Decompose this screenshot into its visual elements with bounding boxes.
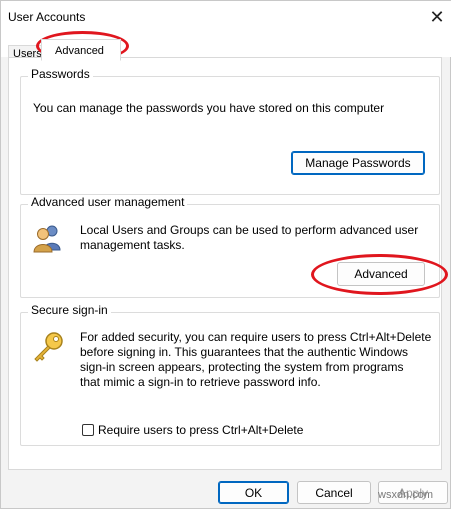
window-title: User Accounts [8, 10, 86, 24]
advanced-user-management-description-line2: management tasks. [80, 238, 185, 252]
passwords-legend: Passwords [28, 67, 93, 81]
users-icon [33, 223, 61, 253]
tab-strip: Users Advanced [1, 35, 451, 63]
advanced-user-management-group: Advanced user management Local Users and… [20, 195, 440, 298]
passwords-description: You can manage the passwords you have st… [33, 101, 385, 115]
secure-sign-in-description-line2: before signing in. This guarantees that … [80, 345, 408, 359]
advanced-button[interactable]: Advanced [337, 262, 425, 286]
secure-sign-in-description-line4: that mimic a sign-in to retrieve passwor… [80, 375, 321, 389]
watermark: wsxdn.com [378, 489, 434, 501]
key-icon [31, 331, 65, 365]
advanced-tab-panel: Passwords You can manage the passwords y… [8, 57, 442, 470]
cancel-button[interactable]: Cancel [297, 481, 371, 504]
advanced-user-management-legend: Advanced user management [28, 195, 188, 209]
require-ctrl-alt-delete-checkbox[interactable] [82, 424, 94, 436]
secure-sign-in-description-line3: sign-in screen appears, protecting the s… [80, 360, 404, 374]
ok-button[interactable]: OK [218, 481, 289, 504]
user-accounts-dialog: User Accounts ✕ Users Advanced Passwords… [0, 0, 451, 509]
secure-sign-in-group: Secure sign-in For added security, you c… [20, 303, 440, 446]
require-ctrl-alt-delete-label[interactable]: Require users to press Ctrl+Alt+Delete [98, 423, 303, 438]
advanced-user-management-description-line1: Local Users and Groups can be used to pe… [80, 223, 419, 237]
close-icon[interactable]: ✕ [422, 1, 451, 33]
secure-sign-in-description-line1: For added security, you can require user… [80, 330, 432, 344]
title-bar: User Accounts ✕ [1, 1, 451, 35]
manage-passwords-button[interactable]: Manage Passwords [291, 151, 425, 175]
passwords-group: Passwords You can manage the passwords y… [20, 67, 440, 195]
tab-advanced[interactable]: Advanced [41, 39, 121, 61]
secure-sign-in-legend: Secure sign-in [28, 303, 111, 317]
